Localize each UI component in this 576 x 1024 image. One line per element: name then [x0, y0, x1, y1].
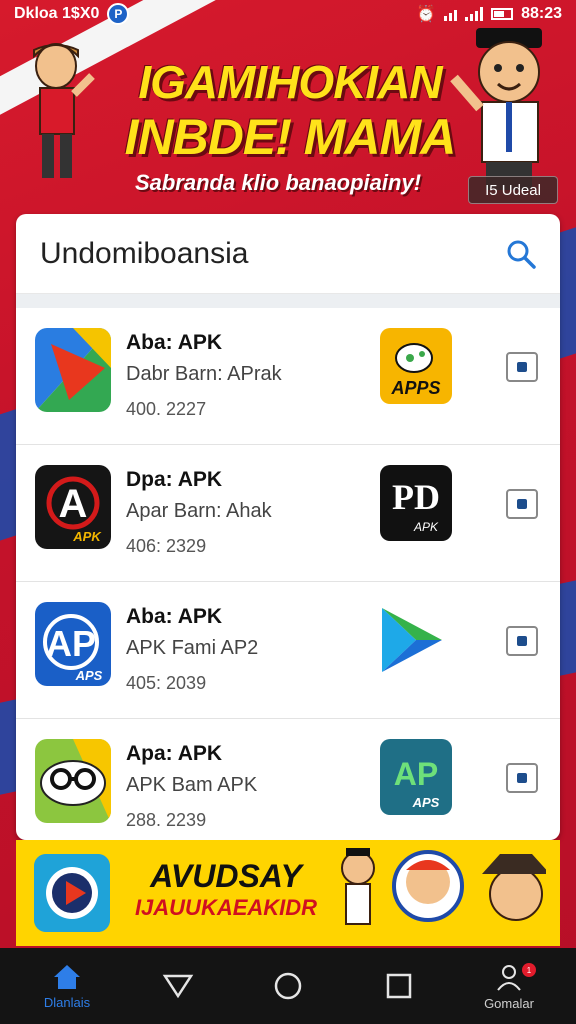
search-icon[interactable] — [506, 239, 536, 269]
ad-banner[interactable]: AVUDSAY IJAUUKAEAKIDR — [16, 840, 560, 946]
green-ap-logo: AP APS — [380, 739, 452, 815]
item-date: 405: 2039 — [126, 673, 207, 693]
search-input[interactable]: Undomiboansia — [40, 237, 248, 271]
item-action-button[interactable] — [506, 489, 538, 519]
detail-button[interactable]: I5 Udeal — [468, 176, 558, 204]
black-apk-logo: PD APK — [380, 465, 452, 541]
list-item[interactable]: Aba: APK Dabr Barn: APrak 400. 2227 APPS — [16, 308, 560, 445]
item-action-button[interactable] — [506, 352, 538, 382]
item-date: 400. 2227 — [126, 399, 207, 419]
divider-strip — [16, 294, 560, 308]
banner-subtitle: Sabranda klio banaopiainy! — [134, 170, 422, 195]
item-title: Apa: APK — [126, 742, 223, 765]
play-triangle-logo — [380, 602, 452, 678]
status-time-left: Dkloa 1$X0 — [14, 5, 100, 22]
icon-text: APS — [75, 668, 103, 683]
glasses-app-icon — [35, 739, 111, 823]
ad-subline: IJAUUKAEAKIDR — [134, 895, 318, 920]
nav-home-label: Dlanlais — [43, 994, 91, 1010]
cartoon-character-right — [450, 28, 542, 190]
list-item[interactable]: A APK Dpa: APK Apar Barn: Ahak 406: 2329… — [16, 445, 560, 582]
list-item[interactable]: AP APS Aba: APK APK Fami AP2 405: 2039 — [16, 582, 560, 719]
profile-icon — [497, 964, 521, 991]
nav-recents[interactable] — [354, 951, 444, 1021]
search-bar[interactable]: Undomiboansia — [16, 214, 560, 294]
banner-title-line1: IGAMIHOKIAN — [138, 56, 442, 108]
notification-badge: 1 — [522, 963, 536, 977]
icon-text: APK — [72, 529, 102, 544]
wifi-icon — [444, 7, 458, 21]
logo-text: APPS — [390, 378, 440, 398]
item-title: Aba: APK — [126, 605, 223, 628]
item-subtitle: APK Fami AP2 — [126, 637, 259, 659]
svg-text:A: A — [59, 482, 88, 526]
list-item[interactable]: Apa: APK APK Bam APK 288. 2239 AP APS — [16, 719, 560, 840]
nav-home-circle[interactable] — [243, 951, 333, 1021]
logo-text: APK — [413, 520, 439, 534]
red-arrow-app-icon — [35, 328, 111, 412]
back-triangle-icon — [162, 974, 193, 999]
blue-ap-app-icon: AP APS — [35, 602, 111, 686]
ad-headline: AVUDSAY — [150, 858, 302, 894]
item-subtitle: APK Bam APK — [126, 774, 258, 796]
item-date: 406: 2329 — [126, 536, 207, 556]
home-icon — [54, 964, 80, 989]
battery-icon — [491, 8, 514, 20]
p-badge-icon: P — [107, 3, 130, 25]
banner-title: IGAMIHOKIAN INBDE! MAMA — [120, 56, 460, 166]
item-subtitle: Apar Barn: Ahak — [126, 500, 272, 522]
item-subtitle: Dabr Barn: APrak — [126, 363, 282, 385]
logo-text: APS — [412, 795, 440, 810]
nav-home[interactable]: Dlanlais — [22, 951, 112, 1021]
app-list-card: Undomiboansia Aba: APK Dabr Barn: APrak … — [16, 214, 560, 840]
nav-profile-label: Gomalar — [484, 995, 534, 1011]
item-action-button[interactable] — [506, 626, 538, 656]
play-icon — [34, 854, 110, 932]
cartoon-character-left — [33, 43, 95, 178]
ad-characters — [341, 848, 546, 925]
square-icon — [386, 973, 411, 999]
status-time-right: 88:23 — [521, 5, 562, 22]
item-action-button[interactable] — [506, 763, 538, 793]
item-title: Aba: APK — [126, 331, 223, 354]
svg-text:AP: AP — [46, 623, 96, 664]
svg-text:AP: AP — [394, 756, 438, 792]
signal-icon — [465, 7, 484, 21]
circle-icon — [274, 972, 302, 1000]
banner-title-line2: INBDE! MAMA — [124, 109, 457, 165]
item-date: 288. 2239 — [126, 810, 207, 830]
chat-apps-logo: APPS — [380, 328, 452, 404]
black-a-app-icon: A APK — [35, 465, 111, 549]
nav-profile[interactable]: 1 Gomalar — [464, 951, 554, 1021]
alarm-icon: ⏰ — [416, 6, 437, 23]
nav-back[interactable] — [133, 951, 223, 1021]
svg-text:PD: PD — [392, 477, 440, 517]
bottom-nav-bar: Dlanlais 1 Gomalar — [0, 948, 576, 1024]
item-title: Dpa: APK — [126, 468, 223, 491]
